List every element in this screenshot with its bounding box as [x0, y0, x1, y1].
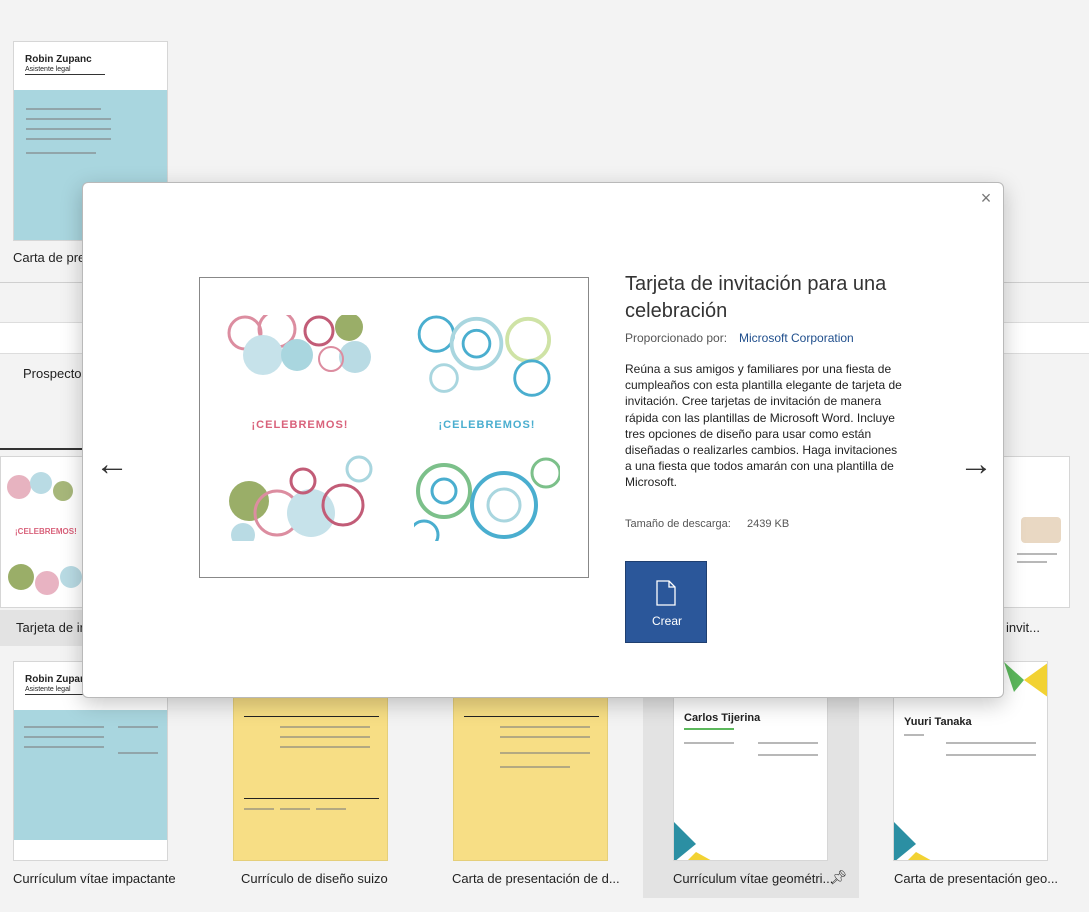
caption-mid-left: Tarjeta de in: [16, 620, 87, 635]
template-thumb-invitation[interactable]: ¡CELEBREMOS!: [0, 456, 86, 608]
swirl-art-top-right: [417, 315, 552, 397]
resume-name: Carlos Tijerina: [684, 712, 761, 724]
provider-label: Proporcionado por:: [625, 331, 728, 345]
close-icon[interactable]: ×: [975, 187, 997, 209]
download-size-label: Tamaño de descarga:: [625, 518, 731, 530]
invitation-thumb-text: ¡CELEBREMOS!: [15, 527, 77, 536]
caption-bottom-5: Carta de presentación geo...: [894, 871, 1059, 886]
card-headline-right: ¡CELEBREMOS!: [438, 419, 536, 431]
download-size-value: 2439 KB: [747, 518, 790, 530]
template-description: Reúna a sus amigos y familiares por una …: [625, 362, 902, 490]
template-preview-image: ¡CELEBREMOS! ¡CELEBREMOS!: [199, 277, 589, 578]
create-button[interactable]: Crear: [625, 561, 707, 643]
next-arrow-icon[interactable]: →: [959, 447, 993, 481]
card-headline-left: ¡CELEBREMOS!: [251, 419, 349, 431]
template-thumb-menu[interactable]: [1000, 456, 1070, 608]
caption-bottom-1: Currículum vítae impactante: [13, 871, 176, 886]
previous-arrow-icon[interactable]: ←: [95, 447, 129, 481]
caption-bottom-4: Currículum vítae geométri...: [673, 871, 834, 886]
swirl-art-bottom-left: [229, 455, 373, 541]
resume-name: Yuuri Tanaka: [904, 716, 972, 728]
provider-link[interactable]: Microsoft Corporation: [739, 331, 854, 345]
caption-bottom-2: Currículo de diseño suizo: [241, 871, 388, 886]
swirl-art-top-left: [227, 315, 371, 375]
category-tab-prospectos[interactable]: Prospectos: [23, 366, 88, 381]
caption-top: Carta de pres: [13, 250, 92, 265]
template-title: Tarjeta de invitación para una celebraci…: [625, 273, 887, 322]
caption-bottom-3: Carta de presentación de d...: [452, 871, 620, 886]
preview-card-right: ¡CELEBREMOS!: [414, 315, 560, 541]
swirl-art-bottom-right: [414, 457, 560, 541]
caption-mid-right: invit...: [1006, 620, 1040, 635]
document-icon: [656, 580, 676, 606]
create-button-label: Crear: [651, 614, 682, 628]
pin-icon[interactable]: 📌︎: [830, 869, 848, 886]
resume-role: Asistente legal: [25, 686, 71, 693]
preview-card-left: ¡CELEBREMOS!: [227, 315, 373, 541]
resume-role: Asistente legal: [25, 66, 71, 73]
resume-name: Robin Zupanc: [25, 54, 92, 65]
template-preview-dialog: × ← → ¡CELEBREMOS! ¡CELEBREMOS! Tarjeta …: [82, 182, 1004, 698]
